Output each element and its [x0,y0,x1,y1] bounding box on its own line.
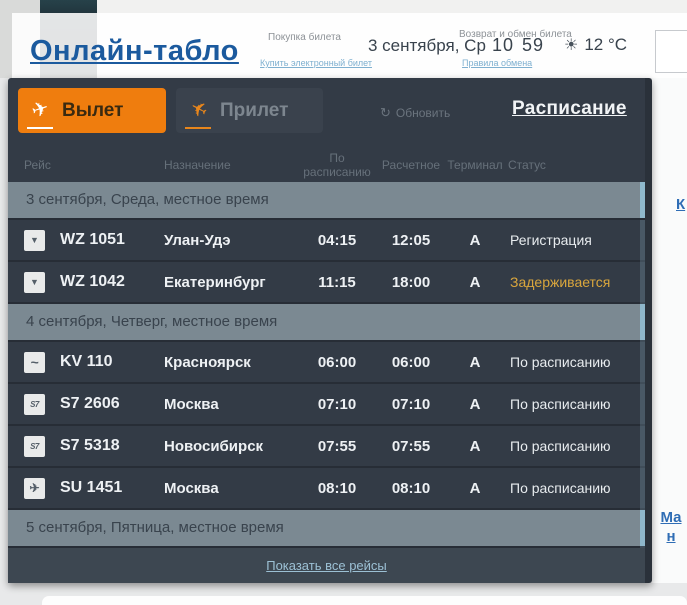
board-tabs: ✈ Вылет ✈ Прилет ↻ Обновить Расписание [8,78,645,148]
arrival-plane-icon: ✈ [176,96,220,129]
airline-logo-icon: ▼ [24,271,45,293]
tab-departures[interactable]: ✈ Вылет [18,88,166,133]
estimated-time: 08:10 [391,479,431,497]
airline-logo-cell: S7 [24,393,60,415]
sidebar-link-line1: Ма [660,509,682,526]
flight-number: KV 110 [60,353,113,370]
airline-logo-cell: ✈ [24,477,60,499]
airline-logo-icon: S7 [24,393,45,415]
weather-widget: ☀ 12 °C [564,35,627,55]
show-all-flights-link[interactable]: Показать все рейсы [266,558,387,573]
header-bar: Онлайн-табло Покупка билета Купить элект… [12,13,687,78]
column-header-scheduled: По расписанию [303,151,371,179]
flight-row[interactable]: ✈ SU 1451 Москва 08:10 08:10 А По расписанию [8,468,645,508]
column-header-destination: Назначение [164,158,231,172]
refresh-button[interactable]: ↻ Обновить [380,105,450,121]
terminal: А [469,479,481,497]
airline-logo-icon: ✈ [24,477,45,499]
estimated-time: 18:00 [391,273,431,291]
temperature: 12 °C [584,35,628,54]
scheduled-time: 06:00 [317,353,357,371]
scheduled-time: 08:10 [317,479,357,497]
flight-number: S7 2606 [60,395,120,412]
refresh-icon: ↻ [380,105,391,120]
date-separator-row: 3 сентября, Среда, местное время [8,182,645,218]
sidebar-link-partial-top[interactable]: К [676,196,685,213]
scheduled-time: 07:10 [317,395,357,413]
flight-number: SU 1451 [60,479,123,496]
sidebar-link-partial-bottom[interactable]: Ма н [655,508,687,546]
flight-board-panel: ✈ Вылет ✈ Прилет ↻ Обновить Расписание Ре… [8,78,652,583]
destination: Москва [164,395,219,413]
flight-status: Регистрация [510,232,592,248]
column-header-flight: Рейс [24,158,51,172]
purchase-label: Покупка билета [268,32,341,43]
column-header-estimated: Расчетное [381,158,441,172]
scheduled-time: 07:55 [317,437,357,455]
flight-number: WZ 1051 [60,231,125,248]
destination: Новосибирск [164,437,264,455]
flight-row[interactable]: S7 S7 2606 Москва 07:10 07:10 А По расписанию [8,384,645,424]
flight-status: Задерживается [510,274,611,290]
airline-logo-icon: S7 [24,435,45,457]
terminal: А [469,353,481,371]
destination: Екатеринбург [164,273,266,291]
tab-departures-label: Вылет [62,99,124,121]
column-header-status: Статус [508,158,546,172]
airline-logo-cell: ~ [24,351,60,373]
date-separator-row: 5 сентября, Пятница, местное время [8,510,645,546]
destination: Улан-Удэ [164,231,231,249]
sidebar-link-line2: н [666,528,676,545]
terminal: А [469,395,481,413]
sun-icon: ☀ [564,37,579,54]
schedule-link[interactable]: Расписание [512,98,627,120]
tab-arrivals-label: Прилет [220,99,289,121]
flight-row[interactable]: S7 S7 5318 Новосибирск 07:55 07:55 А По распис… [8,426,645,466]
next-section-card-edge [42,596,687,605]
estimated-time: 07:10 [391,395,431,413]
tab-arrivals[interactable]: ✈ Прилет [176,88,323,133]
scheduled-time: 11:15 [318,273,356,291]
airline-logo-icon: ▼ [24,229,45,251]
flight-row[interactable]: ▼ WZ 1051 Улан-Удэ 04:15 12:05 А Регистрация [8,220,645,260]
terminal: А [469,273,481,291]
return-rules-link[interactable]: Правила обмена [462,58,532,68]
flight-status: По расписанию [510,354,611,370]
estimated-time: 12:05 [391,231,431,249]
board-column-headers: Рейс Назначение По расписанию Расчетное … [8,148,645,182]
online-board-title-link[interactable]: Онлайн-табло [30,35,239,68]
estimated-time: 07:55 [391,437,431,455]
flight-row[interactable]: ~ KV 110 Красноярск 06:00 06:00 А По расписани… [8,342,645,382]
airline-logo-cell: ▼ [24,229,60,251]
scheduled-time: 04:15 [317,231,357,249]
airline-logo-cell: ▼ [24,271,60,293]
flight-number: S7 5318 [60,437,120,454]
flight-number: WZ 1042 [60,273,125,290]
date-separator-row: 4 сентября, Четверг, местное время [8,304,645,340]
departure-plane-icon: ✈ [18,97,62,129]
terminal: А [469,437,481,455]
column-header-terminal: Терминал [447,158,503,172]
estimated-time: 06:00 [391,353,431,371]
flight-status: По расписанию [510,480,611,496]
purchase-ticket-link[interactable]: Купить электронный билет [260,58,372,68]
board-body: 3 сентября, Среда, местное время ▼ WZ 1051… [8,182,645,548]
current-time: 10 59 [492,35,545,55]
terminal: А [469,231,481,249]
flight-row[interactable]: ▼ WZ 1042 Екатеринбург 11:15 18:00 А Задержива… [8,262,645,302]
airline-logo-cell: S7 [24,435,60,457]
search-input[interactable] [655,30,687,73]
destination: Красноярск [164,353,251,371]
board-footer: Показать все рейсы [8,548,645,583]
destination: Москва [164,479,219,497]
flight-status: По расписанию [510,396,611,412]
flight-status: По расписанию [510,438,611,454]
airline-logo-icon: ~ [24,351,45,373]
